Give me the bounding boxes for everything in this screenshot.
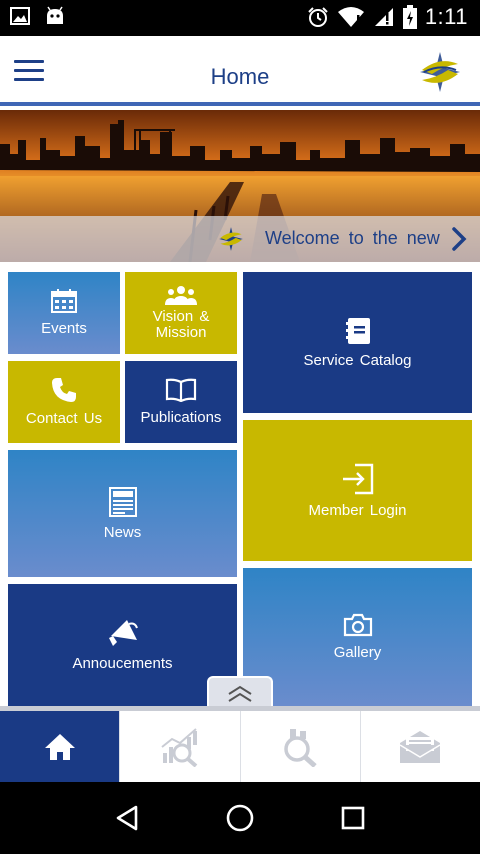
page-title: Home (210, 64, 270, 89)
tile-events[interactable]: Events (8, 272, 120, 354)
megaphone-icon (108, 620, 138, 646)
login-icon (342, 463, 373, 494)
welcome-text: Welcome to the new (265, 228, 440, 248)
search-icon (284, 728, 317, 767)
back-button[interactable] (107, 798, 147, 838)
home-icon (44, 733, 75, 760)
tile-member-login-label: Member Login (308, 501, 407, 519)
chevron-right-icon[interactable] (450, 226, 468, 252)
double-chevron-up-icon (228, 685, 252, 702)
tile-vision-mission[interactable]: Vision & Mission (125, 272, 237, 354)
tile-gallery-label: Gallery (333, 644, 382, 661)
tile-news-label: News (103, 523, 142, 541)
home-circle-icon (226, 804, 254, 832)
status-bar: 1:11 (0, 0, 480, 36)
tile-publications-label: Publications (140, 409, 222, 426)
star-logo-icon (219, 227, 243, 251)
app-bar: Home (0, 36, 480, 106)
camera-icon (343, 613, 372, 637)
clock: 1:11 (424, 4, 468, 29)
star-logo-icon[interactable] (418, 50, 462, 94)
mail-icon (399, 730, 441, 763)
newspaper-icon (108, 486, 137, 517)
calendar-icon (51, 289, 77, 313)
tile-events-label: Events (41, 320, 87, 337)
phone-icon (52, 378, 76, 402)
home-nav-button[interactable] (220, 798, 260, 838)
tile-publications[interactable]: Publications (125, 361, 237, 443)
battery-icon (402, 5, 417, 29)
recents-button[interactable] (333, 798, 373, 838)
tile-vision-mission-label: Vision & Mission (152, 308, 210, 341)
tab-analytics-search[interactable] (120, 711, 241, 782)
tile-gallery[interactable]: Gallery (243, 568, 472, 706)
wifi-icon (337, 7, 364, 27)
android-icon (47, 6, 63, 24)
tile-contact-us-label: Contact Us (25, 410, 103, 427)
tab-home[interactable] (0, 711, 121, 782)
chart-search-icon (161, 727, 198, 767)
tile-news[interactable]: News (8, 450, 237, 577)
scroll-up-handle[interactable] (207, 676, 273, 710)
system-nav-bar (0, 782, 480, 854)
welcome-bar[interactable]: Welcome to the new (0, 216, 480, 262)
book-icon (165, 378, 197, 402)
signal-icon (374, 8, 393, 26)
tile-member-login[interactable]: Member Login (243, 420, 472, 561)
hero-banner[interactable]: Welcome to the new (0, 110, 480, 262)
catalog-icon (345, 317, 370, 344)
recents-square-icon (342, 806, 365, 830)
tab-mail[interactable] (361, 711, 480, 782)
image-icon (10, 7, 30, 25)
bottom-tab-bar (0, 706, 480, 782)
tile-announcements-label: Annoucements (72, 655, 173, 672)
tile-service-catalog-label: Service Catalog (303, 351, 412, 369)
tab-search[interactable] (241, 711, 361, 782)
tile-contact-us[interactable]: Contact Us (8, 361, 120, 443)
tile-announcements[interactable]: Annoucements (8, 584, 237, 706)
alarm-icon (308, 7, 328, 27)
group-icon (165, 286, 197, 305)
tile-service-catalog[interactable]: Service Catalog (243, 272, 472, 413)
back-triangle-icon (116, 805, 137, 831)
